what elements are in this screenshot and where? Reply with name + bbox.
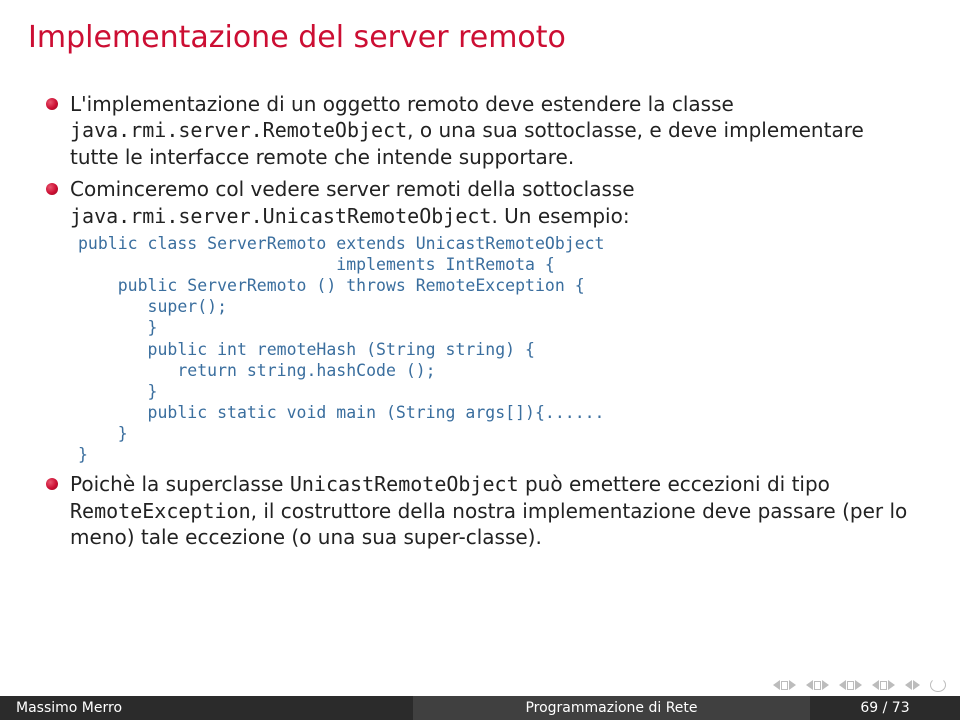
nav-sub-prev-icon [839, 680, 846, 690]
code-block: public class ServerRemoto extends Unicas… [78, 233, 916, 465]
nav-frame-next-icon [888, 680, 895, 690]
nav-doc-prev-icon [773, 680, 780, 690]
nav-sec-next-icon [822, 680, 829, 690]
nav-frame-prev-icon [872, 680, 879, 690]
bullet-1: L'implementazione di un oggetto remoto d… [44, 91, 916, 170]
nav-sec-icon [814, 681, 821, 690]
b3-text-pre: Poichè la superclasse [70, 472, 290, 496]
nav-frame-group[interactable] [872, 680, 895, 690]
nav-loop-icon[interactable] [930, 678, 946, 692]
footer-bar: Massimo Merro Programmazione di Rete 69 … [0, 696, 960, 720]
nav-subsection-group[interactable] [839, 680, 862, 690]
nav-sec-prev-icon [806, 680, 813, 690]
nav-back-icon [905, 680, 912, 690]
slide-body: L'implementazione di un oggetto remoto d… [0, 63, 960, 550]
nav-doc-group[interactable] [773, 680, 796, 690]
footer-course: Programmazione di Rete [413, 696, 810, 720]
bullet-3: Poichè la superclasse UnicastRemoteObjec… [44, 471, 916, 550]
nav-sub-icon [847, 681, 854, 690]
b1-code-1: java.rmi.server.RemoteObject [70, 118, 407, 142]
slide-title: Implementazione del server remoto [0, 0, 960, 63]
footer-page: 69 / 73 [810, 696, 960, 720]
nav-section-group[interactable] [806, 680, 829, 690]
bullet-2: Cominceremo col vedere server remoti del… [44, 176, 916, 465]
nav-doc-icon [781, 681, 788, 690]
b3-text-mid: può emettere eccezioni di tipo [519, 472, 830, 496]
nav-back-forward-group[interactable] [905, 680, 920, 690]
b2-code-1: java.rmi.server.UnicastRemoteObject [70, 204, 491, 228]
nav-doc-next-icon [789, 680, 796, 690]
b3-code-1: UnicastRemoteObject [290, 472, 519, 496]
footer-author: Massimo Merro [0, 696, 413, 720]
nav-forward-icon [913, 680, 920, 690]
b1-text-pre: L'implementazione di un oggetto remoto d… [70, 92, 734, 116]
nav-sub-next-icon [855, 680, 862, 690]
b2-text-post: . Un esempio: [491, 204, 629, 228]
nav-frame-icon [880, 681, 887, 690]
b3-code-2: RemoteException [70, 499, 251, 523]
b2-text-pre: Cominceremo col vedere server remoti del… [70, 177, 635, 201]
beamer-nav-bar [773, 678, 946, 692]
